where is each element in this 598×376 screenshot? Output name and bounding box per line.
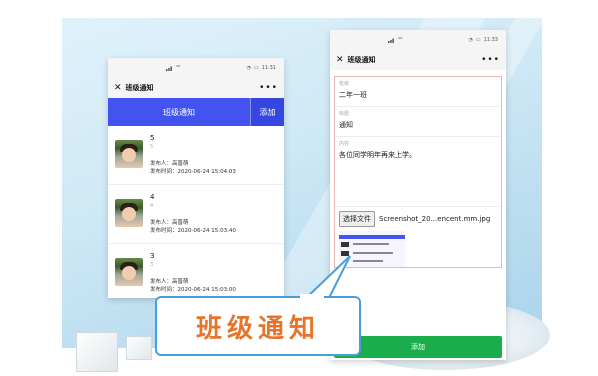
callout-title: 班级通知 bbox=[195, 313, 320, 344]
item-number: 3 bbox=[150, 252, 155, 260]
close-icon[interactable]: ✕ bbox=[336, 55, 344, 65]
title-field[interactable]: 标题 通知 bbox=[335, 107, 501, 137]
class-label: 班级 bbox=[339, 81, 350, 87]
status-right: ◔ ▭ 11:31 bbox=[246, 65, 276, 71]
wifi-icon: ◔ bbox=[468, 37, 473, 43]
close-icon[interactable]: ✕ bbox=[114, 83, 122, 93]
content-textarea[interactable]: 各位同学明年再来上学。 bbox=[339, 149, 497, 201]
notice-list-phone: ⁴ᴳ ◔ ▭ 11:31 ✕ 班级通知 ••• 班级通知 添加 5 5 发布人：… bbox=[108, 58, 284, 298]
signal-label: ⁴ᴳ bbox=[398, 37, 403, 43]
item-author: 发布人：高晋萌 bbox=[150, 161, 189, 167]
list-header: 班级通知 添加 bbox=[108, 98, 284, 126]
list-item[interactable]: 5 5 发布人：高晋萌 发布时间：2020-06-24 15:04:03 bbox=[108, 126, 284, 185]
avatar bbox=[115, 140, 143, 168]
item-number: 4 bbox=[150, 193, 155, 201]
list-item[interactable]: 4 4 发布人：高晋萌 发布时间：2020-06-24 15:03:40 bbox=[108, 185, 284, 244]
item-sub: 4 bbox=[150, 203, 154, 209]
title-bar: ✕ 班级通知 ••• bbox=[330, 50, 506, 70]
item-author: 发布人：高晋萌 bbox=[150, 279, 189, 285]
item-number: 5 bbox=[150, 134, 155, 142]
list-item[interactable]: 3 3 发布人：高晋萌 发布时间：2020-06-24 15:03:00 bbox=[108, 244, 284, 298]
content-label: 内容 bbox=[339, 141, 350, 147]
more-icon[interactable]: ••• bbox=[259, 83, 278, 93]
avatar bbox=[115, 258, 143, 286]
title-input[interactable]: 通知 bbox=[339, 119, 497, 131]
callout-box: 班级通知 bbox=[155, 296, 361, 356]
status-bar: ⁴ᴳ ◔ ▭ 11:33 bbox=[330, 30, 506, 50]
item-time: 发布时间：2020-06-24 15:03:00 bbox=[150, 287, 236, 293]
file-name: Screenshot_20...encent.mm.jpg bbox=[379, 215, 491, 223]
content-field[interactable]: 内容 各位同学明年再来上学。 bbox=[335, 137, 501, 207]
decor-cube bbox=[126, 336, 152, 360]
item-sub: 5 bbox=[150, 144, 154, 150]
more-icon[interactable]: ••• bbox=[481, 55, 500, 65]
header-title: 班级通知 bbox=[163, 107, 195, 117]
signal-icon: ⁴ᴳ bbox=[166, 65, 180, 71]
status-bar: ⁴ᴳ ◔ ▭ 11:31 bbox=[108, 58, 284, 78]
title-bar: ✕ 班级通知 ••• bbox=[108, 78, 284, 98]
title-label: 标题 bbox=[339, 111, 350, 117]
battery-icon: ▭ bbox=[475, 37, 481, 43]
class-input[interactable]: 二年一班 bbox=[339, 89, 497, 101]
signal-label: ⁴ᴳ bbox=[176, 65, 181, 71]
add-button[interactable]: 添加 bbox=[250, 98, 284, 126]
item-time: 发布时间：2020-06-24 15:03:40 bbox=[150, 228, 236, 234]
wifi-icon: ◔ bbox=[246, 65, 251, 71]
window-title: 班级通知 bbox=[347, 56, 376, 64]
decor-cube bbox=[76, 332, 118, 372]
avatar bbox=[115, 199, 143, 227]
promo-stage: ⁴ᴳ ◔ ▭ 11:31 ✕ 班级通知 ••• 班级通知 添加 5 5 发布人：… bbox=[0, 0, 598, 376]
status-right: ◔ ▭ 11:33 bbox=[468, 37, 498, 43]
status-time: 11:31 bbox=[261, 65, 276, 71]
item-time: 发布时间：2020-06-24 15:04:03 bbox=[150, 169, 236, 175]
item-author: 发布人：高晋萌 bbox=[150, 220, 189, 226]
notice-form: 班级 二年一班 标题 通知 内容 各位同学明年再来上学。 选择文件 Screen… bbox=[330, 70, 506, 268]
class-field[interactable]: 班级 二年一班 bbox=[335, 77, 501, 107]
signal-icon: ⁴ᴳ bbox=[388, 37, 402, 43]
form-box: 班级 二年一班 标题 通知 内容 各位同学明年再来上学。 选择文件 Screen… bbox=[334, 76, 502, 268]
pointer-joint bbox=[300, 294, 324, 298]
item-sub: 3 bbox=[150, 262, 154, 268]
file-picker: 选择文件 Screenshot_20...encent.mm.jpg bbox=[335, 207, 501, 231]
battery-icon: ▭ bbox=[253, 65, 259, 71]
status-time: 11:33 bbox=[483, 37, 498, 43]
window-title: 班级通知 bbox=[125, 84, 154, 92]
choose-file-button[interactable]: 选择文件 bbox=[339, 211, 375, 227]
